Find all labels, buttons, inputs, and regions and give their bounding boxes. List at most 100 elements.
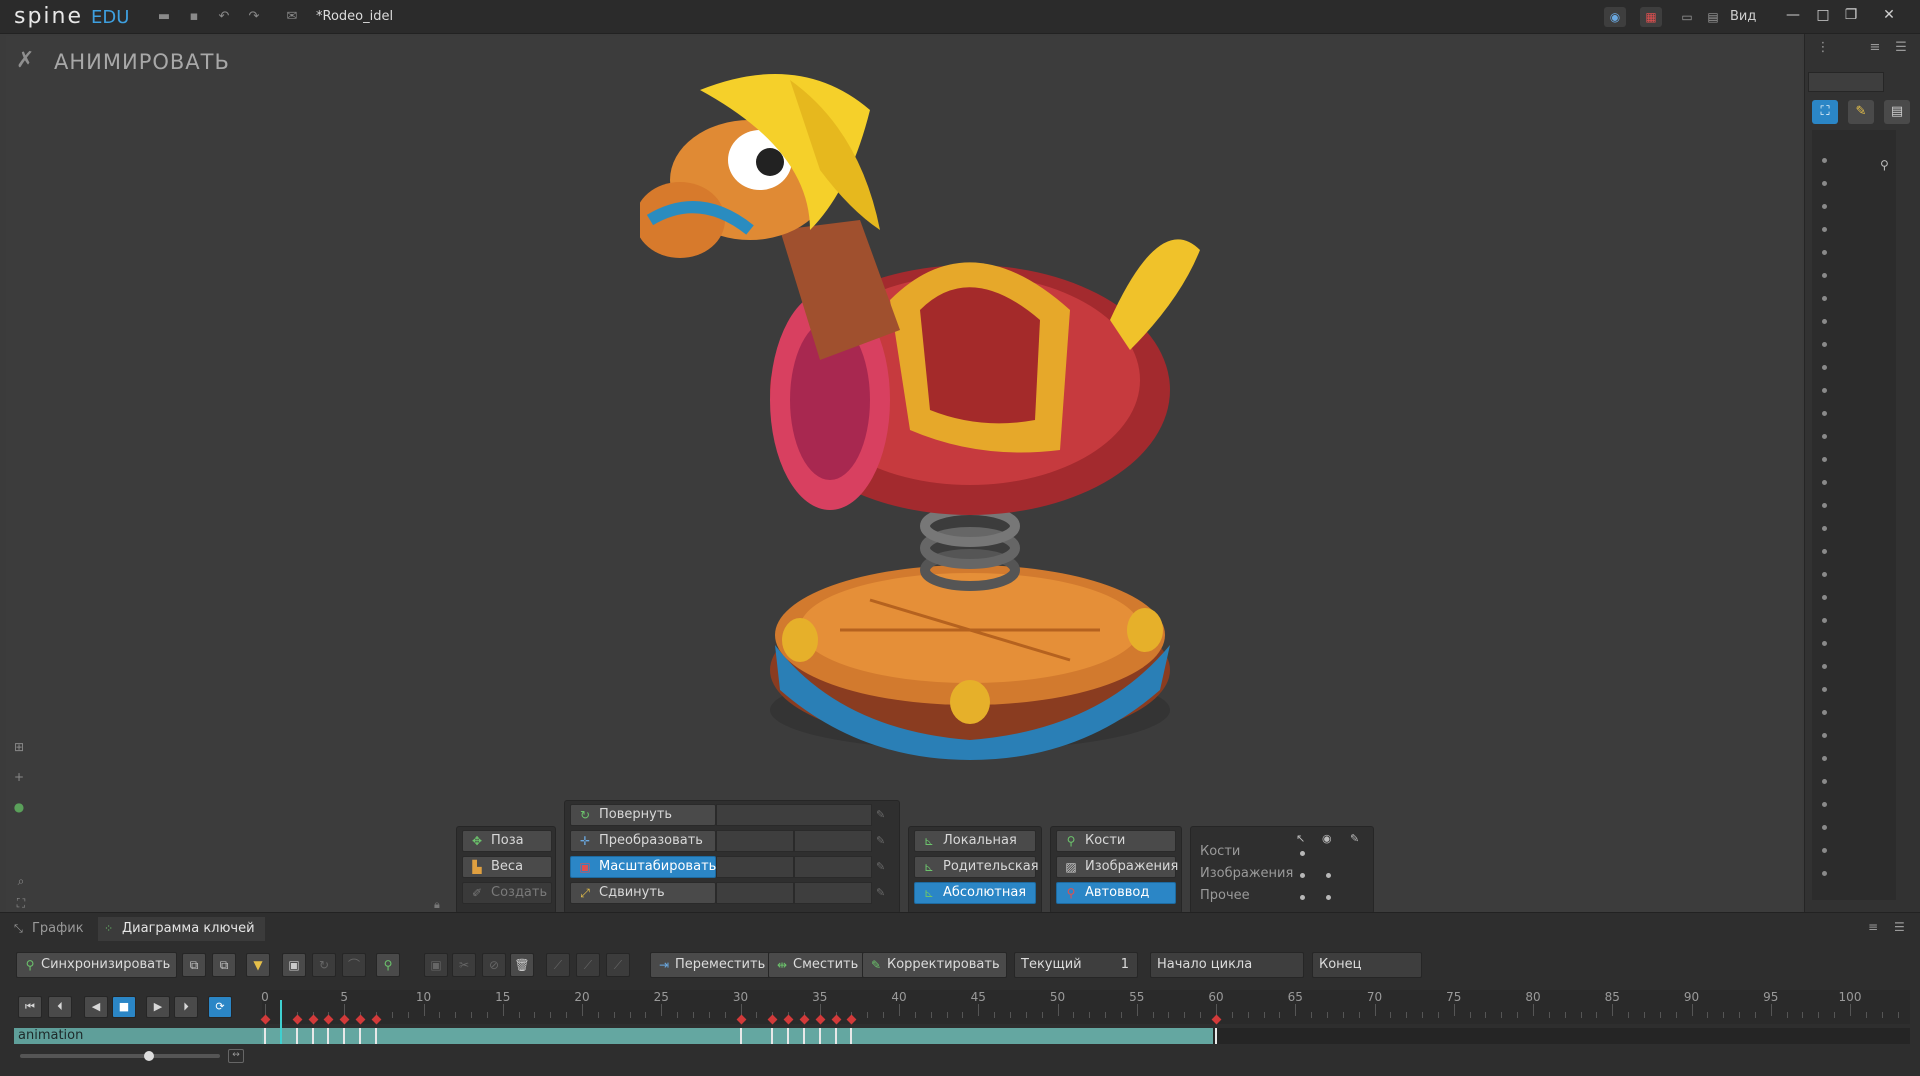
offset-button[interactable]: ⇹ Сместить (768, 952, 866, 978)
rotate-value[interactable] (716, 804, 872, 826)
menu-icon[interactable]: ☰ (1888, 36, 1914, 60)
save-icon[interactable]: ▪ (186, 9, 202, 25)
settings-sliders-icon[interactable]: ≡ (1862, 36, 1888, 60)
filter-keys-icon[interactable]: ✎ (1848, 100, 1874, 124)
panel-menu-icon[interactable]: ☰ (1894, 920, 1905, 934)
restore-icon[interactable]: ❐ (1838, 4, 1864, 26)
track-keyframe[interactable] (739, 1028, 742, 1044)
bones-button[interactable]: ⚲ Кости (1056, 830, 1176, 852)
vis-other-eye-toggle[interactable] (1326, 895, 1331, 900)
delete-icon[interactable]: 🗑︎ (510, 953, 534, 977)
undo-icon[interactable]: ↶ (216, 9, 232, 25)
translate-y-value[interactable] (794, 830, 872, 852)
adjust-button[interactable]: ✎ Корректировать (862, 952, 1007, 978)
paste-icon[interactable]: ⧉ (212, 953, 236, 977)
weights-button[interactable]: ▙ Веса (462, 856, 552, 878)
vis-images-eye-toggle[interactable] (1326, 873, 1331, 878)
track-keyframe[interactable] (343, 1028, 346, 1044)
tab-dopesheet[interactable]: ⁘ Диаграмма ключей (98, 917, 265, 941)
vis-images-select-toggle[interactable] (1300, 873, 1305, 878)
loop-start-field[interactable]: Начало цикла (1150, 952, 1304, 978)
shear-key-icon[interactable]: ✎ (876, 886, 890, 900)
filter-layers-icon[interactable]: ▤ (1884, 100, 1910, 124)
track-keyframe[interactable] (1215, 1028, 1217, 1044)
close-icon[interactable]: ✕ (1876, 4, 1902, 26)
playhead[interactable] (279, 1000, 282, 1044)
interp-linear-icon[interactable]: ⟋ (546, 953, 570, 977)
zoom-icon[interactable]: ⌕ (12, 874, 30, 892)
interp-stepped-icon[interactable]: ⟋ (606, 953, 630, 977)
eye-icon[interactable]: ◉ (1604, 7, 1626, 27)
view-menu[interactable]: Вид (1730, 9, 1756, 24)
rotate-button[interactable]: ↻ Повернуть (570, 804, 716, 826)
translate-x-value[interactable] (716, 830, 794, 852)
tree-search-input[interactable] (1808, 72, 1884, 92)
translate-key-icon[interactable]: ✎ (876, 834, 890, 848)
tab-graph[interactable]: ⤡ График (8, 917, 94, 941)
track-keyframe[interactable] (327, 1028, 330, 1044)
vis-bones-select-toggle[interactable] (1300, 851, 1305, 856)
track-keyframe[interactable] (771, 1028, 774, 1044)
filter-bones-icon[interactable]: ⛶ (1812, 100, 1838, 124)
export-icon[interactable]: ✉ (284, 9, 300, 25)
scale-key-icon[interactable]: ✎ (876, 860, 890, 874)
shear-button[interactable]: ⤢ Сдвинуть (570, 882, 716, 904)
track-keyframe[interactable] (818, 1028, 821, 1044)
filter-icon[interactable]: ▼ (246, 953, 270, 977)
repeat-icon[interactable]: ↻ (312, 953, 336, 977)
timeline-zoom-slider[interactable] (20, 1054, 220, 1058)
curve-icon[interactable]: ⌒ (342, 953, 366, 977)
track-keyframe[interactable] (834, 1028, 837, 1044)
maximize-icon[interactable]: □ (1810, 4, 1836, 26)
move-button[interactable]: ⇥ Переместить (650, 952, 773, 978)
zoom-slider-handle[interactable]: ● (10, 800, 28, 818)
grid-tool-icon[interactable]: ⊞ (10, 740, 28, 758)
shear-y-value[interactable] (794, 882, 872, 904)
parent-axes-button[interactable]: ⊾ Родительская (914, 856, 1039, 878)
track-keyframe[interactable] (850, 1028, 853, 1044)
tree-icon[interactable]: ⋮ (1810, 36, 1836, 60)
minimize-icon[interactable]: — (1780, 4, 1806, 26)
copy-icon[interactable]: ⧉ (182, 953, 206, 977)
loop-end-field[interactable]: Конец (1312, 952, 1422, 978)
scale-button[interactable]: ▣ Масштабировать (570, 856, 716, 878)
lock-icon[interactable]: 🔒︎ (434, 898, 440, 912)
pin-icon[interactable]: + (10, 770, 28, 788)
translate-button[interactable]: ✛ Преобразовать (570, 830, 716, 852)
key-all-icon[interactable]: ⚲ (376, 953, 400, 977)
open-folder-icon[interactable]: ▬ (156, 9, 172, 25)
rotate-key-icon[interactable]: ✎ (876, 808, 890, 822)
clear-icon[interactable]: ⊘ (482, 953, 506, 977)
autokey-button[interactable]: ⚲ Автоввод (1056, 882, 1176, 904)
lock-keys-icon[interactable]: ▣ (282, 953, 306, 977)
scissors-icon[interactable]: ✂ (452, 953, 476, 977)
track-keyframe[interactable] (374, 1028, 377, 1044)
shear-x-value[interactable] (716, 882, 794, 904)
track-keyframe[interactable] (359, 1028, 362, 1044)
layers-icon[interactable]: ▭ (1676, 7, 1698, 27)
vis-other-select-toggle[interactable] (1300, 895, 1305, 900)
images-button[interactable]: ▨ Изображения (1056, 856, 1178, 878)
track-keyframe[interactable] (787, 1028, 790, 1044)
create-button[interactable]: ✐ Создать (462, 882, 552, 904)
redo-icon[interactable]: ↷ (246, 9, 262, 25)
tree-view[interactable]: ⚲ (1836, 130, 1896, 900)
film-icon[interactable]: ▦ (1640, 7, 1662, 27)
track-keyframe[interactable] (264, 1028, 266, 1044)
cut-icon[interactable]: ▣ (424, 953, 448, 977)
absolute-axes-button[interactable]: ⊾ Абсолютная (914, 882, 1036, 904)
scale-x-value[interactable] (716, 856, 794, 878)
track-keyframe[interactable] (311, 1028, 314, 1044)
sync-button[interactable]: ⚲ Синхронизировать (16, 952, 178, 978)
rodeo-horse-illustration[interactable] (640, 70, 1200, 760)
interp-curve-icon[interactable]: ⟋ (576, 953, 600, 977)
timeline-fit-icon[interactable]: ↔ (228, 1049, 244, 1063)
panel-settings-icon[interactable]: ≡ (1868, 920, 1878, 934)
current-frame-field[interactable]: Текущий 1 (1014, 952, 1138, 978)
track-keyframe[interactable] (802, 1028, 805, 1044)
pose-button[interactable]: ✥ Поза (462, 830, 552, 852)
track-keyframe[interactable] (295, 1028, 298, 1044)
skeleton-icon[interactable]: ⚲ (1880, 158, 1889, 172)
local-axes-button[interactable]: ⊾ Локальная (914, 830, 1036, 852)
scale-y-value[interactable] (794, 856, 872, 878)
